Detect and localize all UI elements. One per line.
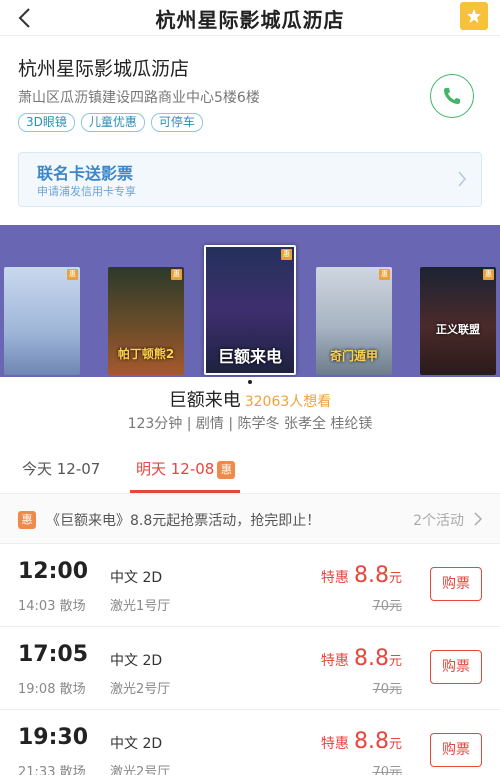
- buy-ticket-button[interactable]: 购票: [430, 650, 482, 684]
- poster-title: 巨额来电: [217, 347, 282, 366]
- movie-info: 巨额来电 32063人想看 123分钟 | 剧情 | 陈学冬 张孝全 桂纶镁: [0, 377, 500, 437]
- original-price: 70元: [372, 682, 402, 697]
- poster-title: 正义联盟: [436, 323, 480, 336]
- language-format: 中文 2D: [110, 570, 163, 586]
- nav-bar: 杭州星际影城瓜沥店: [0, 0, 500, 36]
- hall-name: 激光1号厅: [110, 599, 171, 614]
- card-promo-subtitle: 申请浦发信用卡专享: [37, 185, 136, 198]
- tab-tomorrow-label: 明天 12-08: [136, 460, 215, 478]
- activity-text: 《巨额来电》8.8元起抢票活动，抢完即止！: [46, 513, 321, 529]
- tab-tomorrow[interactable]: 明天 12-08 惠: [136, 458, 236, 479]
- promo-activity-banner[interactable]: 惠 《巨额来电》8.8元起抢票活动，抢完即止！ 2个活动: [0, 494, 500, 544]
- end-time: 14:03 散场: [18, 599, 86, 614]
- showtime-row[interactable]: 17:05 19:08 散场 中文 2D 激光2号厅 特惠 8.8元 70元 购…: [0, 628, 500, 710]
- card-promo-title: 联名卡送影票: [37, 164, 134, 183]
- end-time: 19:08 散场: [18, 682, 86, 697]
- page-title: 杭州星际影城瓜沥店: [155, 8, 345, 32]
- start-time: 12:00: [18, 559, 89, 584]
- buy-ticket-button[interactable]: 购票: [430, 733, 482, 767]
- tag-parking: 可停车: [150, 113, 203, 132]
- showtime-row[interactable]: 12:00 14:03 散场 中文 2D 激光1号厅 特惠 8.8元 70元 购…: [0, 545, 500, 627]
- movie-poster-selected[interactable]: 惠 巨额来电: [204, 245, 296, 375]
- cinema-name: 杭州星际影城瓜沥店: [18, 58, 190, 80]
- discount-price: 特惠 8.8元: [320, 729, 402, 754]
- buy-ticket-button[interactable]: 购票: [430, 567, 482, 601]
- original-price: 70元: [372, 599, 402, 614]
- poster-title: 奇门遁甲: [329, 349, 378, 363]
- movie-poster-carousel: 惠 惠 帕丁顿熊2 惠 巨额来电 惠 奇门遁甲 惠 正义联盟: [0, 225, 500, 377]
- poster-discount-badge: 惠: [379, 269, 390, 280]
- movie-poster[interactable]: 惠: [4, 267, 80, 375]
- poster-title: 帕丁顿熊2: [117, 347, 175, 361]
- discount-badge: 惠: [217, 461, 236, 479]
- start-time: 17:05: [18, 642, 89, 667]
- start-time: 19:30: [18, 725, 89, 750]
- end-time: 21:33 散场: [18, 765, 86, 775]
- tag-kids-discount: 儿童优惠: [80, 113, 145, 132]
- phone-icon[interactable]: [430, 74, 474, 118]
- cinema-address: 萧山区瓜沥镇建设四路商业中心5楼6楼: [18, 90, 260, 106]
- star-icon[interactable]: [460, 2, 488, 30]
- hall-name: 激光2号厅: [110, 765, 171, 775]
- poster-discount-badge: 惠: [483, 269, 494, 280]
- discount-price: 特惠 8.8元: [320, 563, 402, 588]
- cobrand-card-promo[interactable]: 联名卡送影票 申请浦发信用卡专享: [18, 152, 482, 207]
- original-price: 70元: [372, 765, 402, 775]
- hall-name: 激光2号厅: [110, 682, 171, 697]
- tab-today[interactable]: 今天 12-07: [22, 458, 100, 479]
- active-tab-indicator: [130, 490, 240, 493]
- want-to-see-count: 32063人想看: [244, 394, 332, 410]
- poster-discount-badge: 惠: [171, 269, 182, 280]
- movie-poster[interactable]: 惠 奇门遁甲: [316, 267, 392, 375]
- poster-discount-badge: 惠: [281, 249, 292, 260]
- showtime-row[interactable]: 19:30 21:33 散场 中文 2D 激光2号厅 特惠 8.8元 70元 购…: [0, 711, 500, 775]
- activity-count: 2个活动: [413, 513, 464, 529]
- language-format: 中文 2D: [110, 736, 163, 752]
- discount-price: 特惠 8.8元: [320, 646, 402, 671]
- cinema-info: 杭州星际影城瓜沥店 萧山区瓜沥镇建设四路商业中心5楼6楼 3D眼镜 儿童优惠 可…: [0, 36, 500, 222]
- tag-3d-glasses: 3D眼镜: [18, 113, 75, 132]
- discount-badge: 惠: [18, 511, 36, 529]
- chevron-right-icon: [458, 171, 466, 187]
- date-tabs: 今天 12-07 明天 12-08 惠: [0, 438, 500, 494]
- poster-discount-badge: 惠: [67, 269, 78, 280]
- movie-poster[interactable]: 惠 正义联盟: [420, 267, 496, 375]
- movie-poster[interactable]: 惠 帕丁顿熊2: [108, 267, 184, 375]
- movie-meta: 123分钟 | 剧情 | 陈学冬 张孝全 桂纶镁: [127, 416, 373, 432]
- carousel-indicator: [248, 380, 252, 384]
- movie-title: 巨额来电: [168, 390, 241, 411]
- chevron-right-icon: [474, 512, 482, 526]
- language-format: 中文 2D: [110, 653, 163, 669]
- cinema-tags: 3D眼镜 儿童优惠 可停车: [18, 113, 203, 132]
